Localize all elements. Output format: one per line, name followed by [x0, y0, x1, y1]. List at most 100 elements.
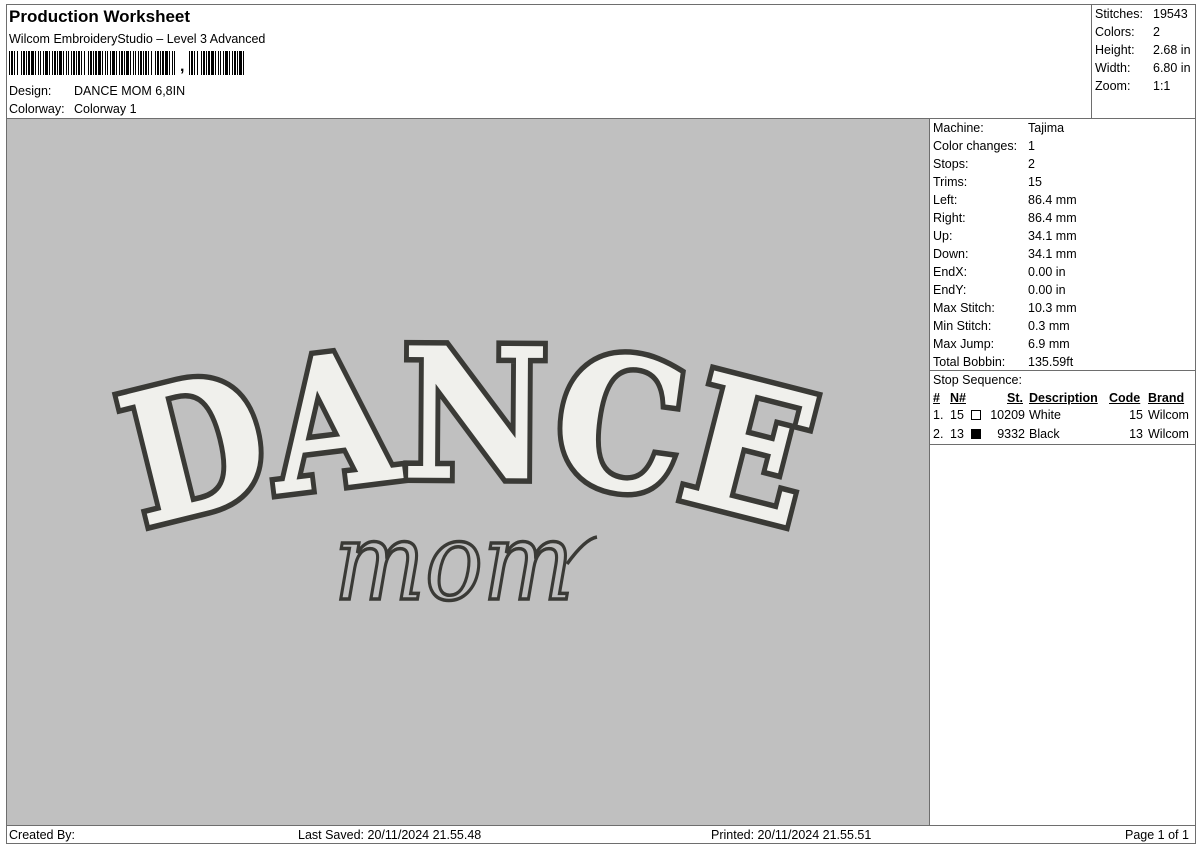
barcode-bar — [81, 51, 82, 75]
barcode-bar — [160, 51, 161, 75]
barcode-bar — [174, 51, 175, 75]
barcode-bar — [138, 51, 139, 75]
barcode-bar — [169, 51, 170, 75]
summary-value: 6.80 in — [1153, 61, 1191, 75]
barcode-bar — [225, 51, 228, 75]
machine-info-label: Machine: — [933, 121, 984, 135]
machine-info-value: 10.3 mm — [1028, 301, 1077, 315]
barcode-bar — [40, 51, 41, 75]
barcode-bar — [45, 51, 48, 75]
machine-info-label: Down: — [933, 247, 969, 261]
machine-info-label: Up: — [933, 229, 953, 243]
machine-info-value: 34.1 mm — [1028, 247, 1077, 261]
barcode-bar — [189, 51, 190, 75]
barcode-bar — [172, 51, 173, 75]
stop-row-needle: 13 — [950, 427, 964, 441]
machine-info-label: Color changes: — [933, 139, 1018, 153]
stop-row-brand: Wilcom — [1148, 408, 1189, 422]
barcode-bar — [191, 51, 193, 75]
barcode-bar — [165, 51, 168, 75]
barcode-bar — [206, 51, 207, 75]
barcode-bar — [95, 51, 97, 75]
barcode-bar — [135, 51, 136, 75]
machine-info-value: 0.00 in — [1028, 265, 1066, 279]
summary-label: Width: — [1095, 61, 1131, 75]
barcode-bar — [14, 51, 15, 75]
machine-info-label: Trims: — [933, 175, 968, 189]
barcode-bar — [57, 51, 58, 75]
color-swatch-icon — [971, 410, 981, 420]
barcode-bar — [84, 51, 85, 75]
barcode-bar — [130, 51, 131, 75]
machine-info-label: Min Stitch: — [933, 319, 992, 333]
barcode-bar — [197, 51, 198, 75]
barcode-bar — [76, 51, 77, 75]
summary-label: Height: — [1095, 43, 1135, 57]
barcode-bar — [194, 51, 195, 75]
software-name: Wilcom EmbroideryStudio – Level 3 Advanc… — [9, 32, 266, 46]
barcode-bar — [63, 51, 64, 75]
barcode-bar — [232, 51, 233, 75]
barcode-bar — [229, 51, 230, 75]
stop-row-description: White — [1029, 408, 1061, 422]
barcode-bar — [54, 51, 56, 75]
barcode-bar — [124, 51, 125, 75]
color-swatch-icon — [971, 429, 981, 439]
summary-label: Stitches: — [1095, 7, 1143, 21]
barcode-bar — [68, 51, 69, 75]
col-header-brand: Brand — [1148, 391, 1185, 405]
machine-info-label: Max Stitch: — [933, 301, 995, 315]
barcode-bar — [17, 51, 18, 75]
barcode-bar — [151, 51, 152, 75]
machine-info-value: 15 — [1028, 175, 1042, 189]
summary-value: 2.68 in — [1153, 43, 1191, 57]
summary-value: 2 — [1153, 25, 1160, 39]
stop-row-code: 13 — [1129, 427, 1143, 441]
design-value: DANCE MOM 6,8IN — [74, 84, 186, 98]
footer-created-by: Created By: — [9, 828, 76, 842]
machine-info-value: 34.1 mm — [1028, 229, 1077, 243]
machine-info-value: 86.4 mm — [1028, 211, 1077, 225]
barcode-bar — [35, 51, 36, 75]
footer-last-saved: Last Saved: 20/11/2024 21.55.48 — [298, 828, 482, 842]
barcode-bar — [31, 51, 34, 75]
col-header-num: # — [933, 391, 940, 405]
machine-info-value: 1 — [1028, 139, 1035, 153]
colorway-label: Colorway: — [9, 102, 65, 116]
barcode-bar — [239, 51, 242, 75]
col-header-description: Description — [1029, 391, 1098, 405]
machine-info-label: Left: — [933, 193, 958, 207]
barcode-bar — [110, 51, 111, 75]
barcode-bar — [23, 51, 25, 75]
summary-value: 1:1 — [1153, 79, 1171, 93]
stop-row-stitches: 10209 — [990, 408, 1025, 422]
col-header-code: Code — [1109, 391, 1141, 405]
machine-info-label: EndX: — [933, 265, 968, 279]
barcode-bar — [112, 51, 115, 75]
colorway-value: Colorway 1 — [74, 102, 137, 116]
stop-row-stitches: 9332 — [997, 427, 1025, 441]
barcode-bar — [11, 51, 13, 75]
design-label: Design: — [9, 84, 52, 98]
machine-info-value: Tajima — [1028, 121, 1065, 135]
barcode-bar — [98, 51, 101, 75]
barcode-suffix: , — [180, 58, 185, 75]
machine-info-value: 0.00 in — [1028, 283, 1066, 297]
barcode-bar — [73, 51, 75, 75]
stop-row-needle: 15 — [950, 408, 964, 422]
embroidery-preview: DANCE DANCE mom — [96, 303, 841, 627]
barcode-bar — [145, 51, 147, 75]
summary-label: Colors: — [1095, 25, 1135, 39]
barcode-bar — [211, 51, 214, 75]
barcode-bar — [21, 51, 22, 75]
barcode-bar — [126, 51, 129, 75]
design-mom: mom — [334, 500, 574, 625]
machine-info-label: Total Bobbin: — [933, 355, 1006, 369]
summary-value: 19543 — [1153, 7, 1188, 21]
barcode-bar — [59, 51, 62, 75]
barcode-bar — [155, 51, 156, 75]
barcode-bar — [234, 51, 236, 75]
barcode-bar — [71, 51, 72, 75]
stop-row-description: Black — [1029, 427, 1060, 441]
barcode-bar — [148, 51, 149, 75]
